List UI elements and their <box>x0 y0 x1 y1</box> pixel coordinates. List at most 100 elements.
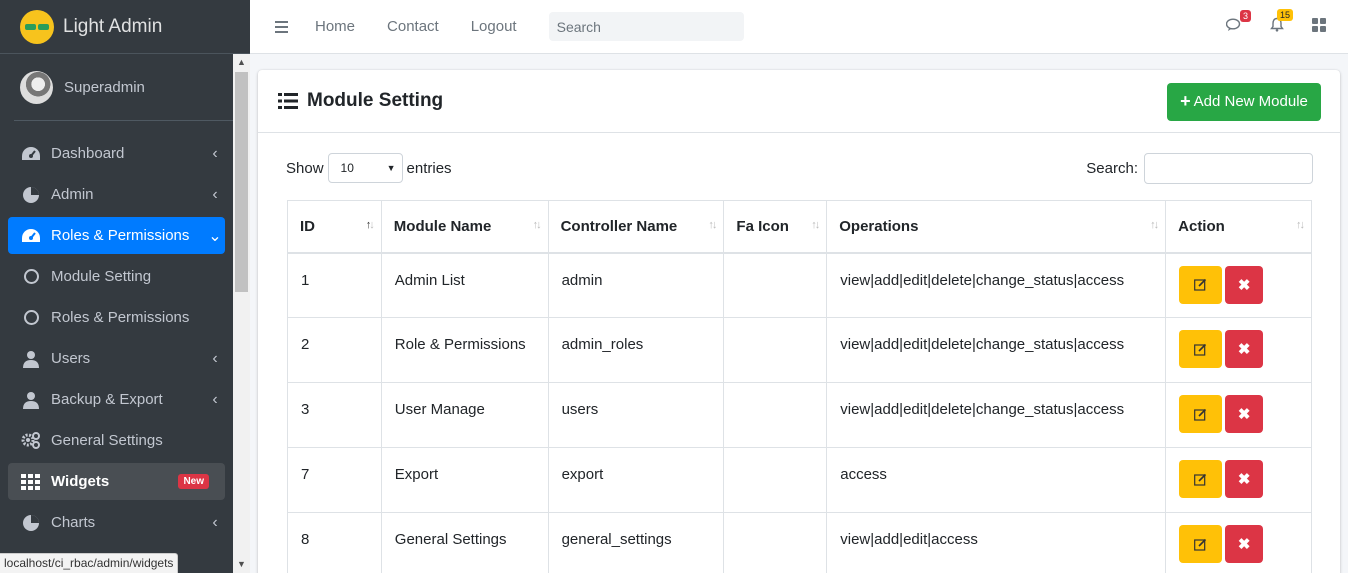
sort-icon: ↑↓ <box>708 219 717 231</box>
cell-fa-icon <box>723 317 828 383</box>
times-icon: ✖ <box>1237 341 1251 358</box>
times-icon: ✖ <box>1237 406 1251 423</box>
sidebar-scrollbar[interactable]: ▲ ▼ <box>233 54 250 573</box>
table-row: 1 Admin List admin view|add|edit|delete|… <box>287 252 1312 318</box>
sidebar-item-label: Charts <box>51 514 96 531</box>
nav-link-contact[interactable]: Contact <box>387 18 439 35</box>
grid-icon <box>21 473 41 491</box>
avatar <box>20 70 53 104</box>
sidebar-item-widgets[interactable]: Widgets New <box>8 463 225 500</box>
edit-button[interactable] <box>1179 265 1223 304</box>
scroll-down-arrow-icon[interactable]: ▼ <box>233 556 250 573</box>
gears-icon <box>21 431 41 450</box>
page-title: Module Setting <box>278 90 443 112</box>
delete-button[interactable]: ✖ <box>1225 395 1264 433</box>
sidebar-item-general-settings[interactable]: General Settings <box>8 422 225 459</box>
column-header-label: Operations <box>839 217 919 235</box>
cell-fa-icon <box>723 512 828 573</box>
add-new-module-button[interactable]: + Add New Module <box>1167 82 1321 121</box>
column-header-label: ID <box>300 217 315 235</box>
chevron-left-icon: ‹ <box>212 349 218 367</box>
times-icon: ✖ <box>1237 536 1251 553</box>
table-row: 8 General Settings general_settings view… <box>287 512 1312 573</box>
scroll-thumb[interactable] <box>235 72 248 292</box>
column-header-controller-name[interactable]: Controller Name ↑↓ <box>547 200 725 254</box>
chevron-left-icon: ‹ <box>212 390 218 408</box>
list-icon <box>278 93 298 109</box>
navbar-search-input[interactable] <box>556 18 738 35</box>
delete-button[interactable]: ✖ <box>1225 330 1264 368</box>
add-new-module-label: Add New Module <box>1193 93 1308 110</box>
user-icon <box>21 391 41 409</box>
column-header-fa-icon[interactable]: Fa Icon ↑↓ <box>723 200 828 254</box>
scroll-up-arrow-icon[interactable]: ▲ <box>233 54 250 71</box>
sidebar-item-label: Roles & Permissions <box>51 227 190 244</box>
apps-button[interactable] <box>1312 17 1326 36</box>
sort-icon: ↑↓ <box>1296 219 1305 231</box>
table-row: 2 Role & Permissions admin_roles view|ad… <box>287 317 1312 383</box>
sidebar-item-label: General Settings <box>51 432 163 449</box>
cell-action: ✖ <box>1165 382 1312 448</box>
cell-module-name: Admin List <box>380 252 549 318</box>
nav-link-logout[interactable]: Logout <box>471 18 517 35</box>
tachometer-icon <box>21 145 41 163</box>
cell-controller-name: export <box>547 447 725 513</box>
show-label: Show <box>286 159 324 177</box>
cell-id: 8 <box>287 512 382 573</box>
chevron-left-icon: ‹ <box>212 185 218 203</box>
delete-button[interactable]: ✖ <box>1225 525 1264 563</box>
sidebar-item-module-setting[interactable]: Module Setting <box>8 258 225 295</box>
table-search-input[interactable] <box>1144 152 1313 184</box>
caret-down-icon: ▼ <box>386 163 396 173</box>
messages-badge: 3 <box>1239 9 1251 22</box>
nav-link-home[interactable]: Home <box>315 18 355 35</box>
sidebar-item-dashboard[interactable]: Dashboard ‹ <box>8 135 225 172</box>
column-header-action[interactable]: Action ↑↓ <box>1165 200 1312 254</box>
notifications-button[interactable]: 15 <box>1270 9 1293 36</box>
sidebar-item-label: Dashboard <box>51 145 125 162</box>
table-row: 3 User Manage users view|add|edit|delete… <box>287 382 1312 448</box>
entries-select-value: 10 <box>340 161 354 175</box>
sidebar-item-label: Module Setting <box>51 268 152 285</box>
user-panel[interactable]: Superadmin <box>14 54 236 121</box>
sidebar-item-roles-permissions-sub[interactable]: Roles & Permissions <box>8 299 225 336</box>
circle-icon <box>21 309 41 327</box>
modules-table: ID ↑↓ Module Name ↑↓ Controller Name ↑↓ Fa … <box>287 200 1312 573</box>
cell-operations: view|add|edit|delete|change_status|acces… <box>826 317 1167 383</box>
navbar-right: 3 15 <box>1198 9 1326 36</box>
top-navbar: Home Contact Logout 3 15 <box>250 0 1348 54</box>
cell-id: 3 <box>287 382 382 448</box>
tachometer-icon <box>21 227 41 245</box>
card-title-text: Module Setting <box>307 90 444 111</box>
sidebar-item-users[interactable]: Users ‹ <box>8 340 225 377</box>
notifications-badge: 15 <box>1276 9 1293 21</box>
edit-button[interactable] <box>1179 525 1223 563</box>
cell-module-name: User Manage <box>380 382 549 448</box>
entries-select[interactable]: 10 ▼ <box>327 153 403 183</box>
module-setting-card: Module Setting + Add New Module Show 10 … <box>258 70 1340 573</box>
edit-button[interactable] <box>1179 330 1223 368</box>
cell-controller-name: admin <box>547 252 725 318</box>
column-header-operations[interactable]: Operations ↑↓ <box>826 200 1167 254</box>
table-row: 7 Export export access ✖ <box>287 447 1312 513</box>
hamburger-menu-icon[interactable] <box>275 18 288 36</box>
sidebar-item-charts[interactable]: Charts ‹ <box>8 504 225 541</box>
times-icon: ✖ <box>1237 471 1251 488</box>
delete-button[interactable]: ✖ <box>1225 265 1264 304</box>
edit-icon <box>1194 538 1207 551</box>
cell-action: ✖ <box>1165 447 1312 513</box>
sidebar-item-backup-export[interactable]: Backup & Export ‹ <box>8 381 225 418</box>
column-header-label: Module Name <box>393 217 492 235</box>
cell-controller-name: admin_roles <box>547 317 725 383</box>
edit-button[interactable] <box>1179 460 1223 498</box>
new-badge: New <box>178 474 209 489</box>
chevron-left-icon: ‹ <box>212 144 218 162</box>
sidebar-item-roles-permissions[interactable]: Roles & Permissions ⌄ <box>8 217 225 254</box>
sidebar-item-admin[interactable]: Admin ‹ <box>8 176 225 213</box>
column-header-id[interactable]: ID ↑↓ <box>287 200 382 254</box>
edit-button[interactable] <box>1179 395 1223 433</box>
delete-button[interactable]: ✖ <box>1225 460 1264 498</box>
messages-button[interactable]: 3 <box>1225 9 1251 36</box>
column-header-module-name[interactable]: Module Name ↑↓ <box>380 200 549 254</box>
brand[interactable]: Light Admin <box>0 0 250 54</box>
